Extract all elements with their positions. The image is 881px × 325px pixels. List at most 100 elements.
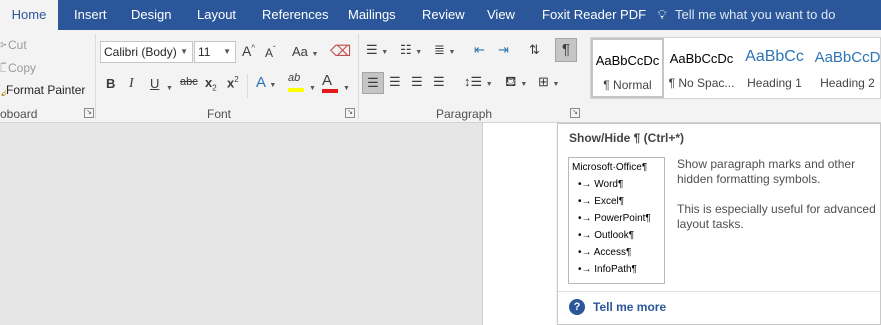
cut-button[interactable]: ✂Cut [0,38,27,52]
chevron-down-icon: ▼ [180,47,188,56]
tab-view[interactable]: View [487,0,515,30]
numbering-button[interactable]: ☷ ▼ [400,42,422,58]
bullet-list-icon: ☰ [366,42,378,57]
multilevel-list-button[interactable]: ≣ ▼ [434,42,455,58]
tab-design[interactable]: Design [131,0,171,30]
preview-line: •→ PowerPoint¶ [578,213,651,224]
copy-label: Copy [8,61,37,75]
style-preview: AaBbCcDc [669,51,734,66]
clipboard-dialog-launcher[interactable]: ↘ [84,108,94,118]
font-color-button[interactable]: A [322,72,338,93]
font-size-value: 11 [198,45,211,59]
italic-button[interactable]: I [129,76,134,92]
increase-indent-icon: ⇥ [498,42,509,57]
style-normal[interactable]: AaBbCcDc ¶ Normal [591,38,664,98]
tab-home[interactable]: Home [0,0,58,30]
shading-button[interactable]: ⛾ ▼ [505,73,527,92]
numbered-list-icon: ☷ [400,42,412,57]
highlight-button[interactable]: ab [288,72,304,92]
align-center-icon: ☰ [389,74,401,89]
superscript-button[interactable]: x2 [227,75,239,90]
shrink-font-button[interactable]: Aˇ [265,45,276,60]
underline-dropdown[interactable]: ▼ [166,78,173,93]
subscript-button[interactable]: x2 [205,75,217,93]
style-preview: AaBbCcDc [595,53,660,68]
tooltip-description-extra: This is especially useful for advanced l… [677,202,876,231]
ribbon-home: ✂Cut ❐Copy 🖌︎Format Painter oboard ↘ Cal… [0,30,881,123]
tab-foxit-reader-pdf[interactable]: Foxit Reader PDF [542,0,646,30]
line-spacing-button[interactable]: ↕☰ ▼ [464,74,493,90]
preview-line: •→ Word¶ [578,179,624,190]
tooltip-preview-image: Microsoft·Office¶ •→ Word¶ •→ Excel¶ •→ … [568,157,665,284]
borders-button[interactable]: ⊞ ▼ [538,74,559,90]
lightbulb-icon: 💡︎ [657,7,667,22]
paragraph-dialog-launcher[interactable]: ↘ [570,108,580,118]
font-name-box[interactable]: Calibri (Body) ▼ [100,41,193,63]
tab-review[interactable]: Review [422,0,465,30]
align-left-icon: ☰ [367,75,379,90]
borders-icon: ⊞ [538,74,549,89]
group-divider [358,34,359,119]
tell-me-more-link[interactable]: Tell me more [593,300,666,314]
help-icon[interactable]: ? [569,299,585,315]
center-button[interactable]: ☰ [389,74,401,90]
tab-mailings[interactable]: Mailings [348,0,396,30]
align-right-icon: ☰ [411,74,423,89]
font-color-dropdown[interactable]: ▼ [343,78,350,93]
tab-references[interactable]: References [262,0,328,30]
change-case-icon: Aa [292,44,308,59]
sort-button[interactable]: ⇅ [529,42,540,58]
preview-line: Microsoft·Office¶ [572,162,648,173]
justify-button[interactable]: ☰ [433,74,445,90]
tooltip-title: Show/Hide ¶ (Ctrl+*) [569,131,685,145]
underline-icon: U [150,76,160,91]
align-left-button[interactable]: ☰ [362,72,384,94]
preview-line: •→ Excel¶ [578,196,625,207]
justify-icon: ☰ [433,74,445,89]
increase-indent-button[interactable]: ⇥ [498,42,509,58]
style-preview: AaBbCc [745,48,804,65]
superscript-digit: 2 [234,75,239,84]
clipboard-group-label: oboard [0,107,38,121]
text-effects-button[interactable]: A ▼ [256,74,276,91]
tooltip-divider [558,291,880,292]
style-heading-1[interactable]: AaBbCc Heading 1 [738,38,811,98]
format-painter-button[interactable]: 🖌︎Format Painter [0,83,85,97]
chevron-down-icon: ▼ [166,85,173,92]
style-name: Heading 2 [820,76,875,90]
font-size-box[interactable]: 11 ▼ [194,41,236,63]
style-no-spacing[interactable]: AaBbCcDc ¶ No Spac... [665,38,738,98]
bullets-button[interactable]: ☰ ▼ [366,42,388,58]
preview-line: •→ Access¶ [578,247,632,258]
style-name: ¶ Normal [603,78,652,92]
copy-button[interactable]: ❐Copy [0,61,36,75]
clear-formatting-button[interactable]: ⌫ [330,42,351,60]
tell-me-search[interactable]: 💡︎ Tell me what you want to do [655,0,835,30]
highlight-dropdown[interactable]: ▼ [309,78,316,93]
underline-button[interactable]: U [150,76,159,91]
font-group-label: Font [207,107,232,121]
highlight-color-bar [288,88,304,92]
copy-icon: ❐ [0,61,6,75]
decrease-indent-button[interactable]: ⇤ [474,42,485,58]
grow-font-button[interactable]: A^ [242,43,255,59]
preview-line: •→ Outlook¶ [578,230,635,241]
paragraph-group-label: Paragraph [436,107,493,121]
tab-insert[interactable]: Insert [74,0,107,30]
font-color-icon: A [322,72,333,89]
font-dialog-launcher[interactable]: ↘ [345,108,355,118]
show-hide-button[interactable]: ¶ [555,38,577,62]
decrease-indent-icon: ⇤ [474,42,485,57]
subscript-digit: 2 [212,83,217,93]
align-right-button[interactable]: ☰ [411,74,423,90]
style-heading-2[interactable]: AaBbCcD Heading 2 [811,38,881,98]
strikethrough-button[interactable]: abc [180,76,198,88]
style-name: ¶ No Spac... [668,76,735,90]
preview-line: •→ InfoPath¶ [578,264,637,275]
tab-layout[interactable]: Layout [197,0,236,30]
tooltip-description: Show paragraph marks and other hidden fo… [677,157,856,186]
change-case-button[interactable]: Aa ▼ [292,44,318,59]
format-painter-label: Format Painter [6,83,86,97]
bold-button[interactable]: B [106,76,115,91]
chevron-down-icon: ▼ [309,85,316,92]
